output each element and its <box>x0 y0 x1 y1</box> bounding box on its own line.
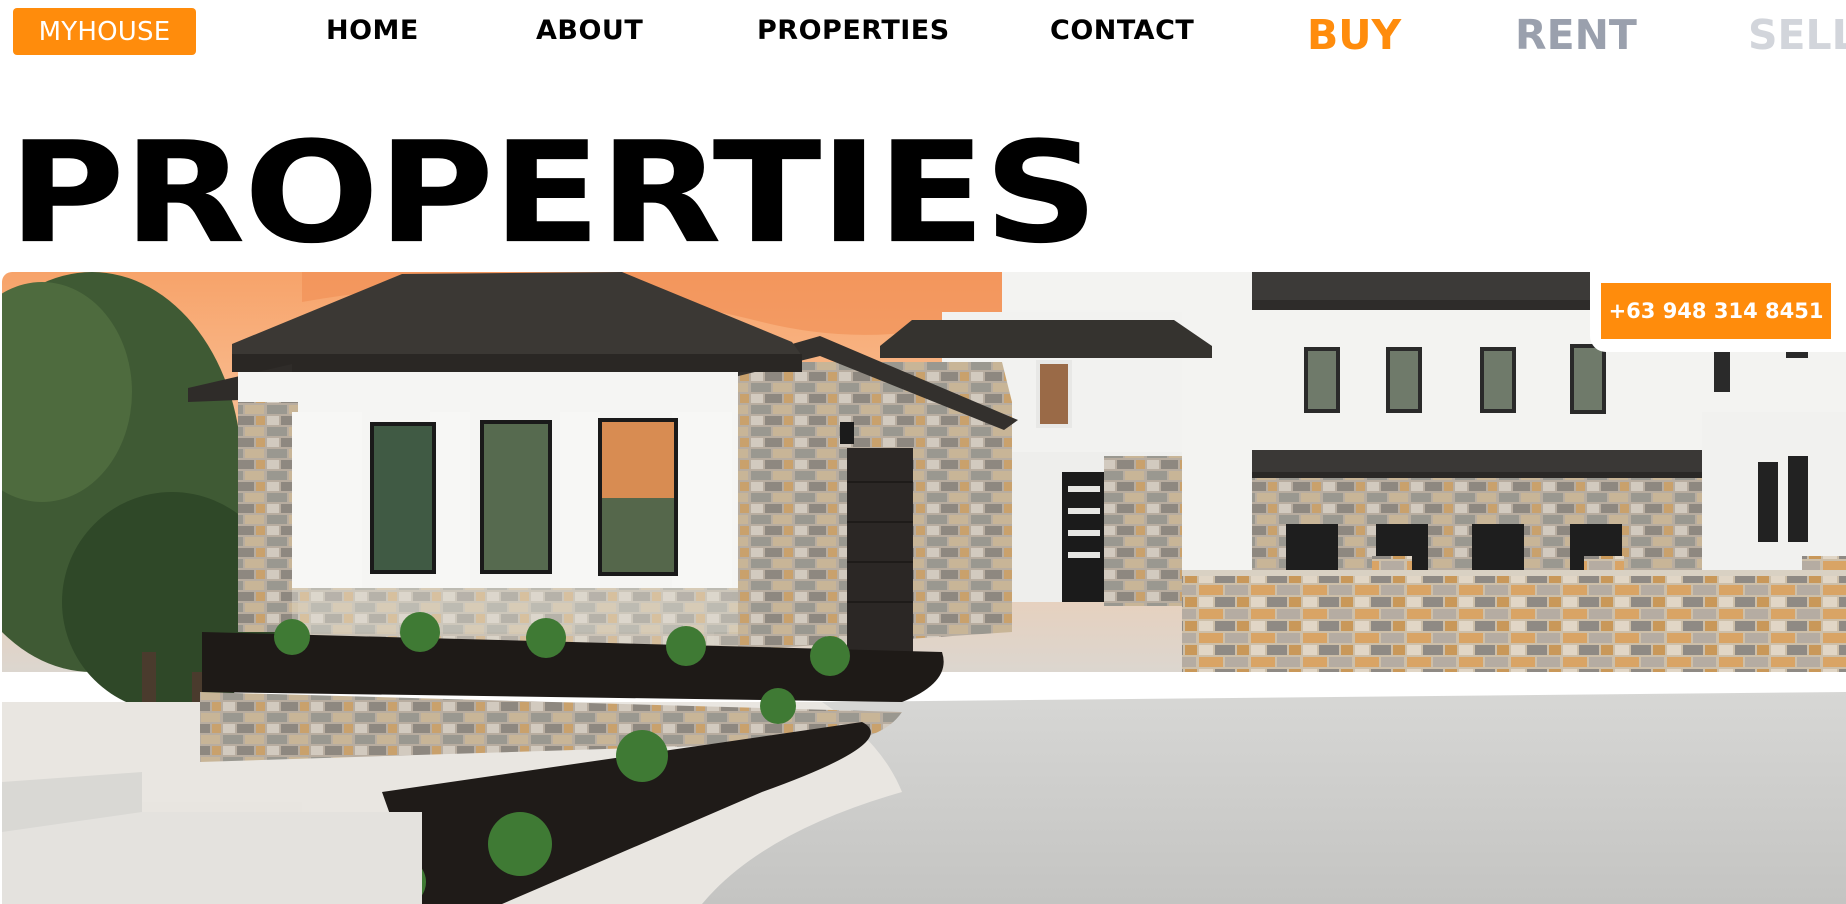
hero-image <box>2 272 1846 904</box>
nav-about[interactable]: ABOUT <box>536 10 643 50</box>
mode-sell[interactable]: SELL <box>1748 8 1846 62</box>
page-title: PROPERTIES <box>8 111 1099 275</box>
nav-properties[interactable]: PROPERTIES <box>757 10 950 50</box>
logo-button[interactable]: MYHOUSE <box>13 8 196 55</box>
phone-button[interactable]: +63 948 314 8451 <box>1601 283 1831 339</box>
mode-buy[interactable]: BUY <box>1307 8 1401 62</box>
page: MYHOUSE HOME ABOUT PROPERTIES CONTACT BU… <box>0 0 1846 904</box>
nav-contact[interactable]: CONTACT <box>1050 10 1194 50</box>
mode-rent[interactable]: RENT <box>1515 8 1637 62</box>
nav-home[interactable]: HOME <box>326 10 419 50</box>
house-photo-icon <box>2 272 1846 904</box>
